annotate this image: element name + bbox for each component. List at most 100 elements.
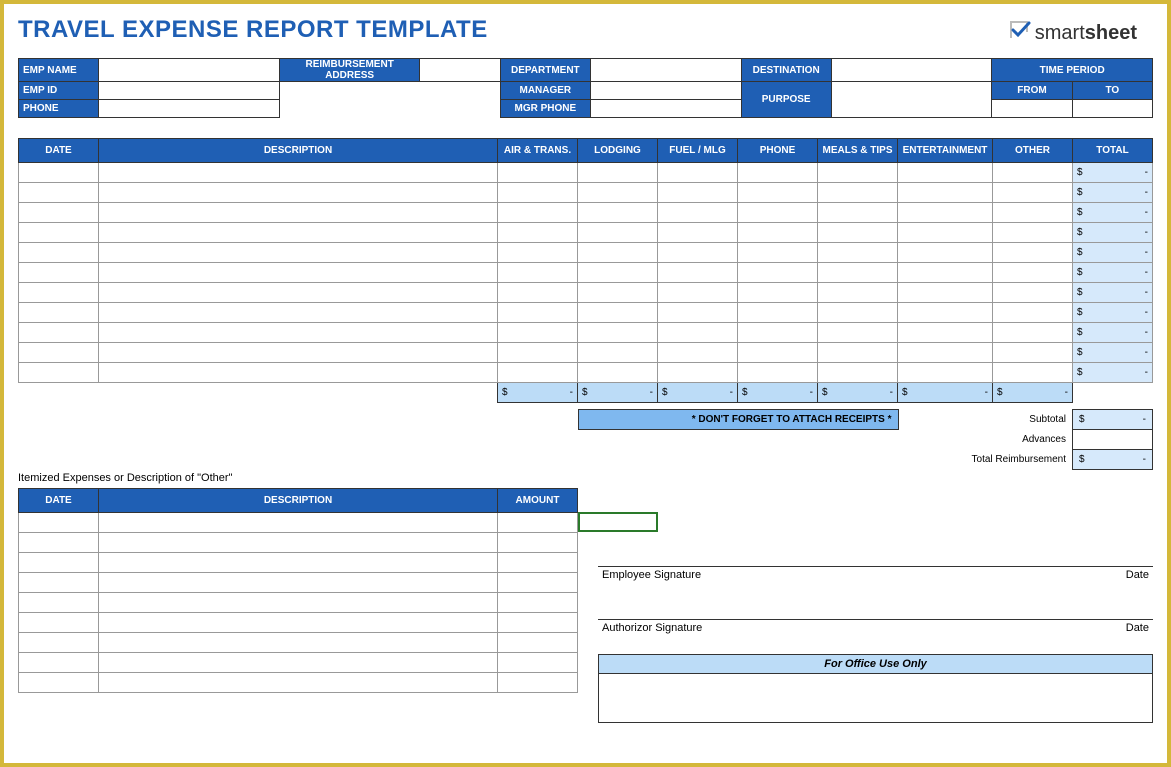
column-subtotal-row: $- $- $- $- $- $- $- (19, 383, 1153, 403)
receipt-reminder: * DON'T FORGET TO ATTACH RECEIPTS * (578, 410, 898, 430)
emp-name-value[interactable] (99, 59, 280, 82)
subtotal-label: Subtotal (898, 410, 1073, 430)
logo-text: smartsheet (1035, 22, 1137, 45)
table-row[interactable]: $- (19, 323, 1153, 343)
subtotal-phone: $- (738, 383, 818, 403)
from-value[interactable] (992, 100, 1072, 118)
total-reimb-label: Total Reimbursement (898, 450, 1073, 470)
itemized-label: Itemized Expenses or Description of "Oth… (18, 472, 1153, 484)
table-row[interactable] (19, 613, 578, 633)
advances-label: Advances (898, 430, 1073, 450)
row-total: $- (1073, 163, 1153, 183)
reimb-addr-label: REIMBURSEMENT ADDRESS (279, 59, 419, 82)
purpose-value[interactable] (831, 82, 992, 118)
table-row[interactable] (19, 653, 578, 673)
phone-label: PHONE (19, 100, 99, 118)
sig-date-label: Date (1126, 569, 1149, 581)
table-row[interactable] (19, 673, 578, 693)
table-row[interactable]: $- (19, 263, 1153, 283)
subtotal-air: $- (498, 383, 578, 403)
row-total: $- (1073, 243, 1153, 263)
authorizor-signature-label: Authorizor Signature (602, 622, 702, 634)
row-total: $- (1073, 323, 1153, 343)
signature-area: Employee Signature Date Authorizor Signa… (598, 488, 1153, 723)
manager-value[interactable] (590, 82, 741, 100)
col-date: DATE (19, 139, 99, 163)
sig-date-label: Date (1126, 622, 1149, 634)
col-other: OTHER (993, 139, 1073, 163)
smartsheet-logo: smartsheet (1007, 18, 1137, 48)
row-total: $- (1073, 283, 1153, 303)
table-row[interactable] (19, 573, 578, 593)
table-row[interactable]: $- (19, 183, 1153, 203)
row-total: $- (1073, 263, 1153, 283)
office-use-header: For Office Use Only (599, 655, 1152, 674)
total-reimb-value: $- (1073, 450, 1153, 470)
page-title: TRAVEL EXPENSE REPORT TEMPLATE (18, 16, 1153, 44)
authorizor-signature-line: Authorizor Signature Date (598, 619, 1153, 634)
row-total: $- (1073, 303, 1153, 323)
phone-value[interactable] (99, 100, 280, 118)
summary-table: * DON'T FORGET TO ATTACH RECEIPTS * Subt… (18, 409, 1153, 470)
item-col-amount: AMOUNT (498, 489, 578, 513)
emp-id-label: EMP ID (19, 82, 99, 100)
time-period-label: TIME PERIOD (992, 59, 1153, 82)
table-row[interactable]: $- (19, 203, 1153, 223)
table-row[interactable]: $- (19, 283, 1153, 303)
office-use-body[interactable] (599, 674, 1152, 722)
from-label: FROM (992, 82, 1072, 100)
mgr-phone-value[interactable] (590, 100, 741, 118)
header-info-table: EMP NAME REIMBURSEMENT ADDRESS DEPARTMEN… (18, 58, 1153, 118)
table-row[interactable]: $- (19, 243, 1153, 263)
col-description: DESCRIPTION (99, 139, 498, 163)
office-use-box: For Office Use Only (598, 654, 1153, 723)
col-phone: PHONE (738, 139, 818, 163)
employee-signature-line: Employee Signature Date (598, 566, 1153, 581)
destination-label: DESTINATION (741, 59, 831, 82)
table-row[interactable]: $- (19, 163, 1153, 183)
itemized-table: DATE DESCRIPTION AMOUNT (18, 488, 578, 693)
to-label: TO (1072, 82, 1152, 100)
col-air-trans: AIR & TRANS. (498, 139, 578, 163)
col-fuel-mlg: FUEL / MLG (658, 139, 738, 163)
subtotal-entertainment: $- (898, 383, 993, 403)
table-row[interactable] (19, 533, 578, 553)
table-row[interactable]: $- (19, 363, 1153, 383)
table-row[interactable]: $- (19, 343, 1153, 363)
manager-label: MANAGER (500, 82, 590, 100)
row-total: $- (1073, 343, 1153, 363)
col-entertainment: ENTERTAINMENT (898, 139, 993, 163)
subtotal-value: $- (1073, 410, 1153, 430)
table-row[interactable] (19, 513, 578, 533)
emp-name-label: EMP NAME (19, 59, 99, 82)
emp-id-value[interactable] (99, 82, 280, 100)
item-col-date: DATE (19, 489, 99, 513)
advances-value[interactable] (1073, 430, 1153, 450)
department-label: DEPARTMENT (500, 59, 590, 82)
col-lodging: LODGING (578, 139, 658, 163)
col-total: TOTAL (1073, 139, 1153, 163)
mgr-phone-label: MGR PHONE (500, 100, 590, 118)
row-total: $- (1073, 203, 1153, 223)
subtotal-lodging: $- (578, 383, 658, 403)
table-row[interactable] (19, 593, 578, 613)
destination-value[interactable] (831, 59, 992, 82)
col-meals-tips: MEALS & TIPS (818, 139, 898, 163)
expense-table: DATE DESCRIPTION AIR & TRANS. LODGING FU… (18, 138, 1153, 403)
check-icon (1007, 18, 1031, 48)
table-row[interactable] (19, 633, 578, 653)
reimb-addr-value[interactable] (420, 59, 500, 82)
employee-signature-label: Employee Signature (602, 569, 701, 581)
subtotal-fuel: $- (658, 383, 738, 403)
subtotal-meals: $- (818, 383, 898, 403)
table-row[interactable] (19, 553, 578, 573)
row-total: $- (1073, 363, 1153, 383)
to-value[interactable] (1072, 100, 1152, 118)
subtotal-other: $- (993, 383, 1073, 403)
table-row[interactable]: $- (19, 303, 1153, 323)
row-total: $- (1073, 183, 1153, 203)
table-row[interactable]: $- (19, 223, 1153, 243)
department-value[interactable] (590, 59, 741, 82)
item-col-description: DESCRIPTION (99, 489, 498, 513)
purpose-label: PURPOSE (741, 82, 831, 118)
